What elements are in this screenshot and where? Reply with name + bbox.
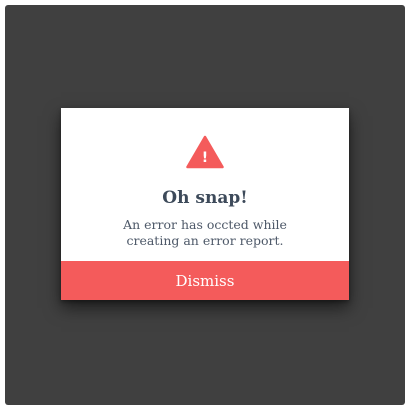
warning-triangle-icon: !: [186, 135, 224, 169]
dialog-message-line-2: creating an error report.: [126, 233, 284, 248]
dialog-message: An error has occted while creating an er…: [91, 217, 319, 249]
dismiss-button[interactable]: Dismiss: [61, 261, 349, 300]
modal-backdrop: ! Oh snap! An error has occted while cre…: [5, 5, 405, 405]
warning-exclamation: !: [202, 150, 208, 166]
error-dialog: ! Oh snap! An error has occted while cre…: [61, 108, 349, 300]
dialog-title: Oh snap!: [162, 188, 248, 208]
dialog-message-line-1: An error has occted while: [123, 217, 287, 232]
